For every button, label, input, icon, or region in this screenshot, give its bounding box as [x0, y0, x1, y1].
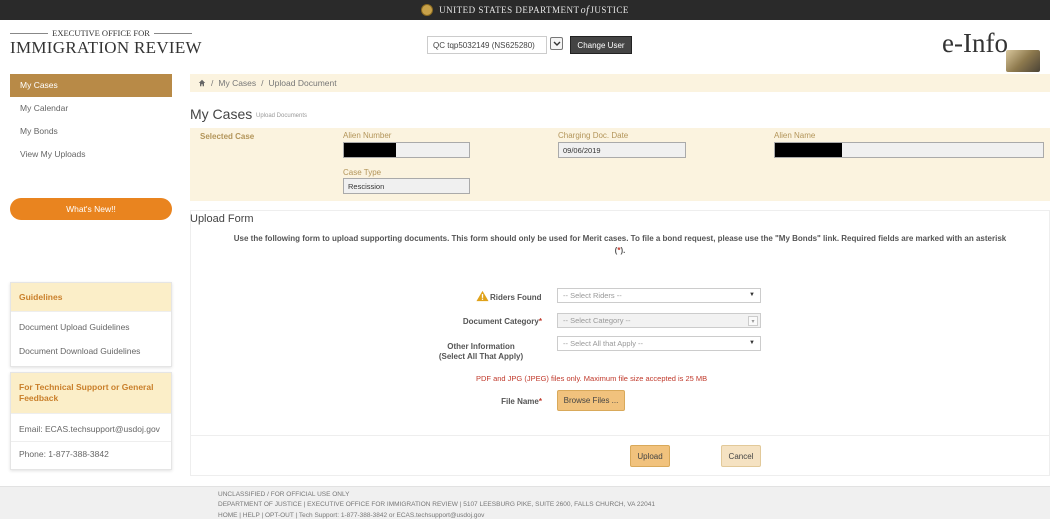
- guidelines-title: Guidelines: [11, 283, 171, 311]
- case-type-field: Rescission: [343, 178, 470, 194]
- selected-case-panel: Selected Case Alien Number Charging Doc.…: [190, 128, 1050, 201]
- redaction-block: [775, 143, 842, 157]
- header: EXECUTIVE OFFICE FOR IMMIGRATION REVIEW …: [0, 20, 1050, 72]
- alien-number-label: Alien Number: [343, 131, 392, 140]
- user-select[interactable]: QC tqp5032149 (NS625280): [427, 36, 547, 54]
- document-category-select[interactable]: -- Select Category -- ▾: [557, 313, 761, 328]
- breadcrumb: / My Cases / Upload Document: [190, 74, 1050, 92]
- upload-guidelines-link[interactable]: Document Upload Guidelines: [11, 311, 171, 339]
- brand-logo: e-Info: [942, 28, 1008, 58]
- form-divider: [190, 435, 1050, 436]
- seal-icon: [421, 4, 434, 16]
- agency-name: IMMIGRATION REVIEW: [10, 38, 202, 57]
- breadcrumb-my-cases[interactable]: My Cases: [218, 78, 256, 88]
- upload-button[interactable]: Upload: [630, 445, 670, 467]
- page-title: My Cases: [190, 106, 253, 122]
- chevron-down-icon: ▼: [749, 340, 755, 346]
- whats-new-button[interactable]: What's New!!: [10, 198, 172, 220]
- support-panel: For Technical Support or General Feedbac…: [10, 372, 172, 470]
- selected-case-label: Selected Case: [200, 132, 255, 141]
- footer: UNCLASSIFIED / FOR OFFICIAL USE ONLY DEP…: [0, 486, 1050, 519]
- upload-notice: Use the following form to upload support…: [233, 234, 1007, 255]
- chevron-down-icon[interactable]: [550, 37, 563, 50]
- footer-classification: UNCLASSIFIED / FOR OFFICIAL USE ONLY: [218, 491, 350, 498]
- sidebar-item-my-calendar[interactable]: My Calendar: [10, 97, 172, 120]
- cancel-button[interactable]: Cancel: [721, 445, 761, 467]
- sidebar-item-my-cases[interactable]: My Cases: [10, 74, 172, 97]
- file-name-label: File Name*: [501, 397, 542, 406]
- alien-name-label: Alien Name: [774, 131, 816, 140]
- guidelines-panel: Guidelines Document Upload Guidelines Do…: [10, 282, 172, 367]
- support-email[interactable]: Email: ECAS.techsupport@usdoj.gov: [11, 413, 171, 441]
- footer-address: DEPARTMENT OF JUSTICE | EXECUTIVE OFFICE…: [218, 501, 655, 508]
- charging-date-label: Charging Doc. Date: [558, 131, 629, 140]
- charging-date-field: 09/06/2019: [558, 142, 686, 158]
- support-title: For Technical Support or General Feedbac…: [11, 373, 171, 413]
- case-type-label: Case Type: [343, 168, 382, 177]
- document-category-label: Document Category*: [462, 317, 542, 326]
- sidebar-item-my-bonds[interactable]: My Bonds: [10, 120, 172, 143]
- footer-links[interactable]: HOME | HELP | OPT-OUT | Tech Support: 1-…: [218, 512, 484, 519]
- other-information-label: Other Information (Select All That Apply…: [438, 342, 524, 361]
- page-subtitle: Upload Documents: [256, 113, 308, 119]
- banner-text-right: JUSTICE: [590, 5, 629, 15]
- support-phone: Phone: 1-877-388-3842: [11, 441, 171, 469]
- chevron-down-icon: ▾: [748, 316, 758, 326]
- riders-found-label: Riders Found: [490, 293, 542, 302]
- browse-files-button[interactable]: Browse Files ...: [557, 390, 625, 411]
- file-type-note: PDF and JPG (JPEG) files only. Maximum f…: [476, 374, 708, 383]
- sidebar-nav: My Cases My Calendar My Bonds View My Up…: [10, 74, 172, 166]
- doj-banner: UNITED STATES DEPARTMENT of JUSTICE: [0, 0, 1050, 20]
- chevron-down-icon: ▼: [749, 292, 755, 298]
- riders-select[interactable]: -- Select Riders -- ▼: [557, 288, 761, 303]
- breadcrumb-upload-document: Upload Document: [268, 78, 337, 88]
- banner-text-left: UNITED STATES DEPARTMENT: [439, 5, 580, 15]
- agency-top: EXECUTIVE OFFICE FOR: [10, 28, 193, 38]
- home-icon[interactable]: [198, 79, 206, 87]
- download-guidelines-link[interactable]: Document Download Guidelines: [11, 339, 171, 366]
- banner-text-of: of: [580, 4, 590, 16]
- other-information-select[interactable]: -- Select All that Apply -- ▼: [557, 336, 761, 351]
- change-user-button[interactable]: Change User: [570, 36, 632, 54]
- upload-form-title: Upload Form: [190, 213, 254, 225]
- brand-image: [1006, 50, 1040, 72]
- warning-icon: [476, 290, 489, 302]
- sidebar-item-view-my-uploads[interactable]: View My Uploads: [10, 143, 172, 166]
- redaction-block: [344, 143, 396, 157]
